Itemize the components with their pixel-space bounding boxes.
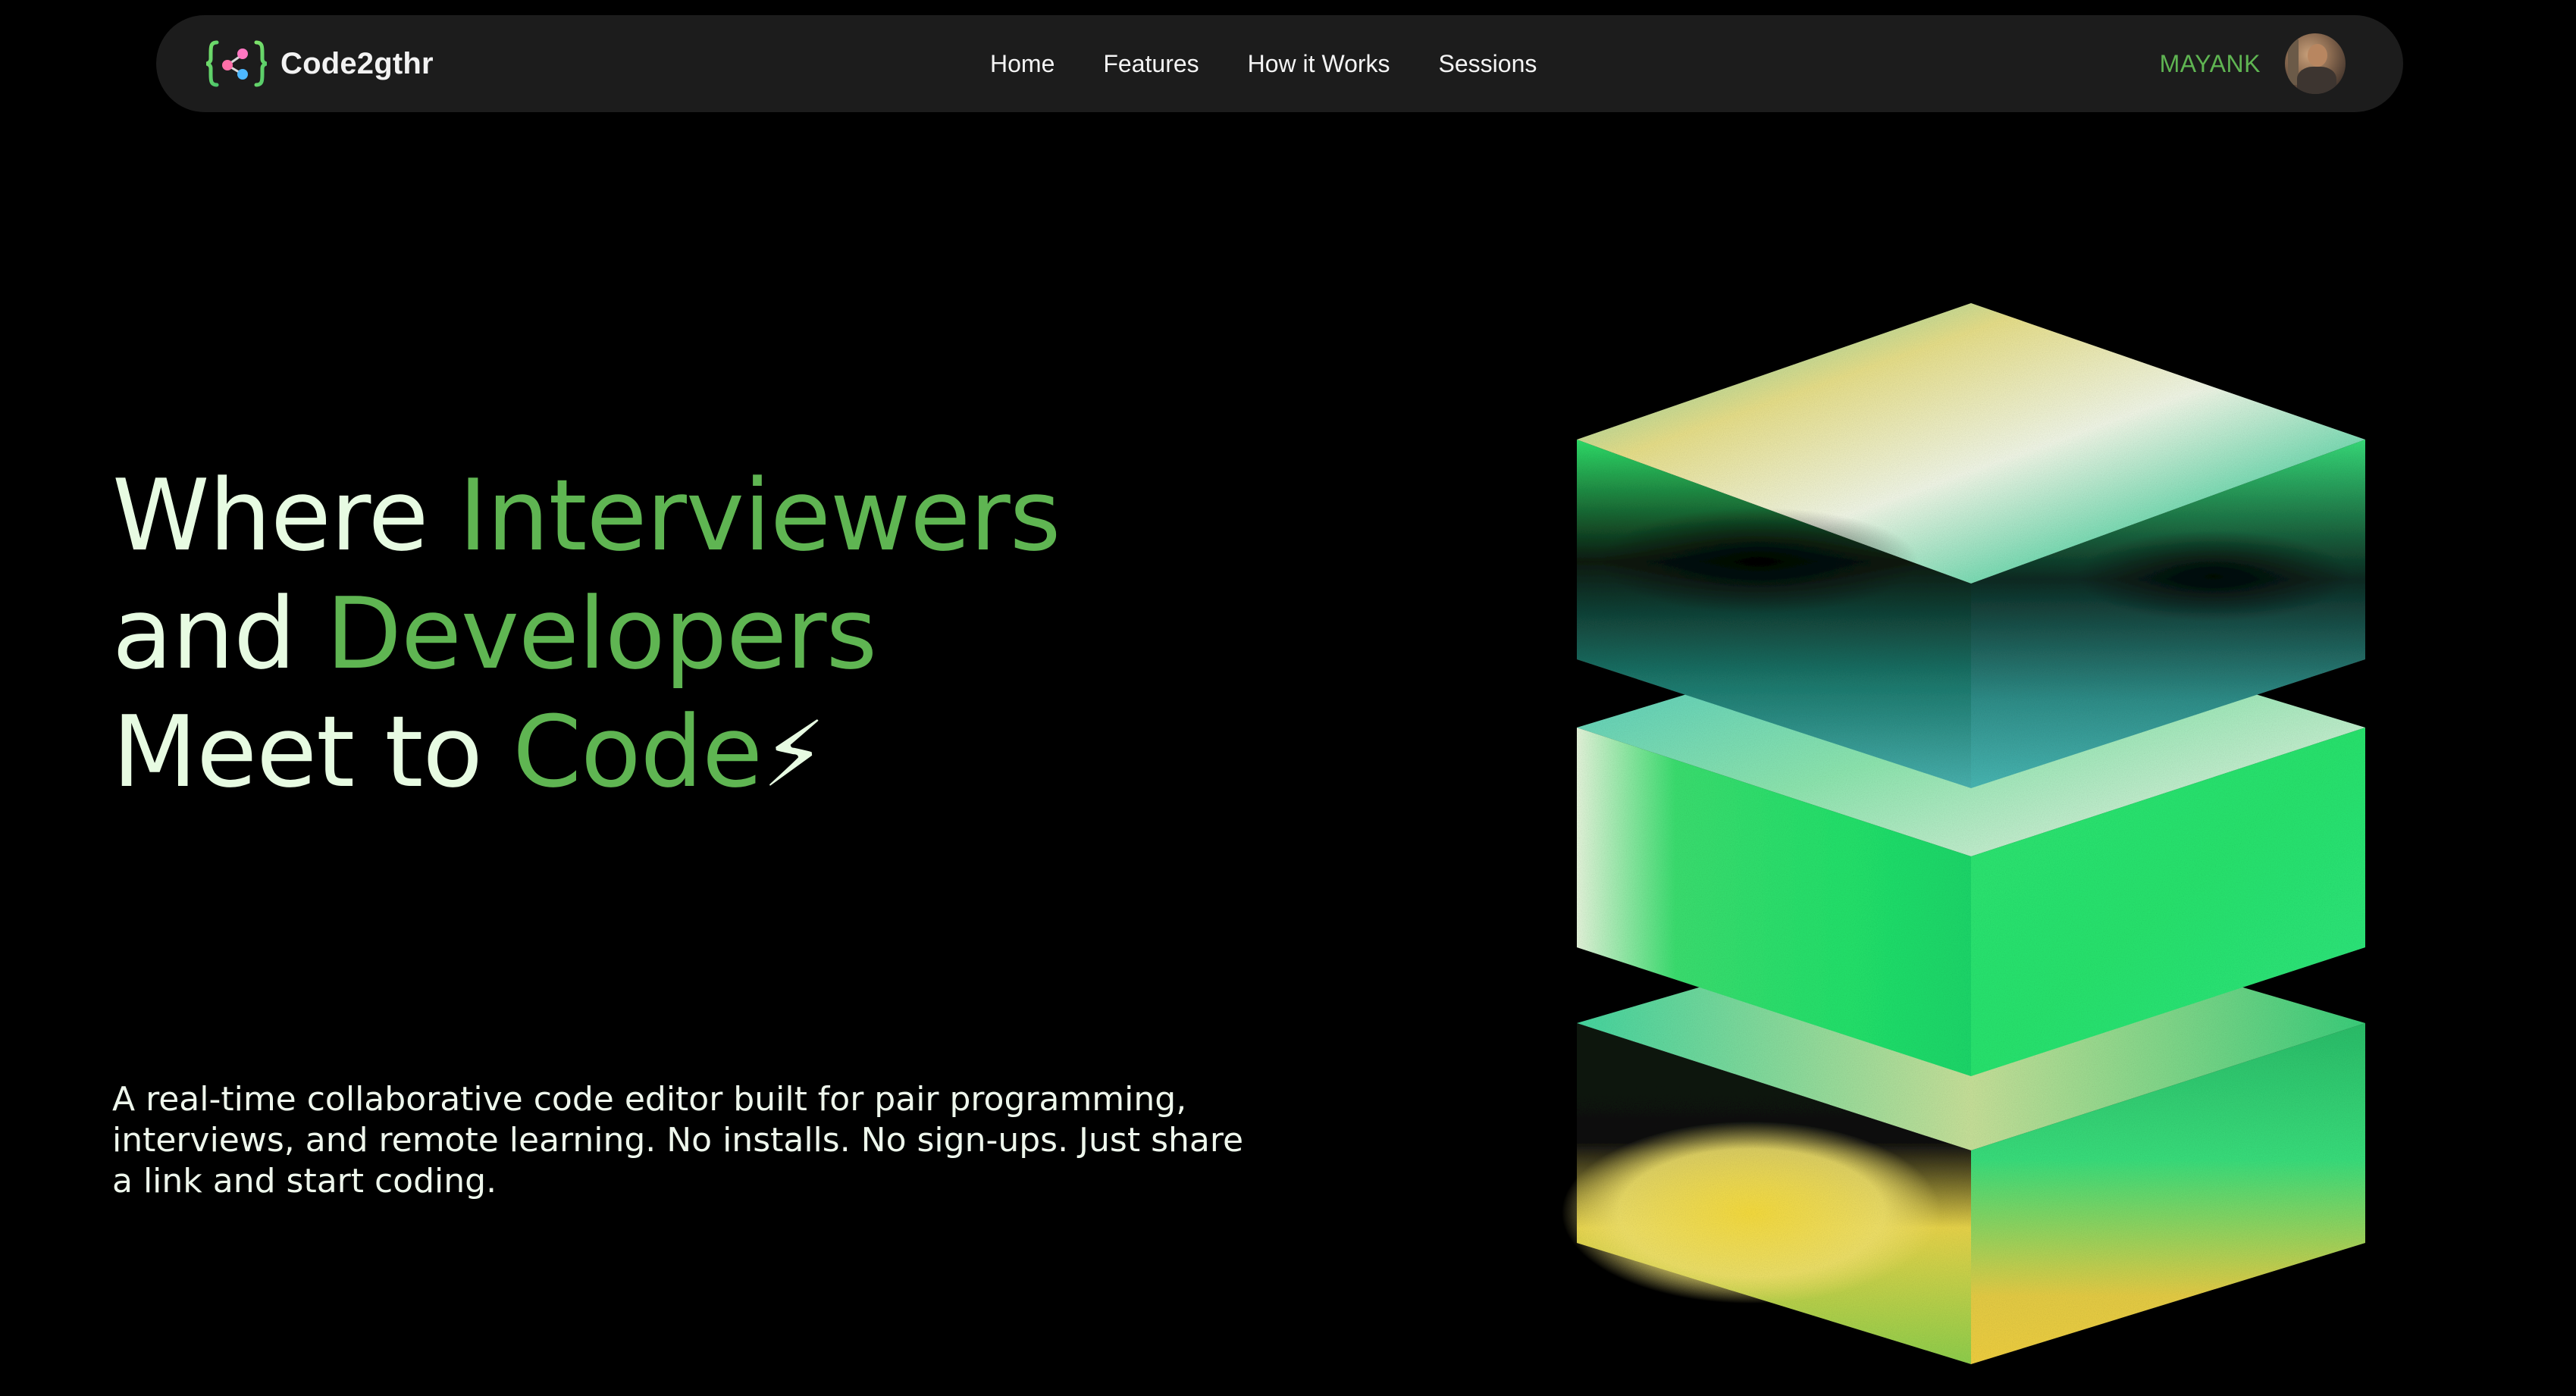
nav-link-sessions[interactable]: Sessions bbox=[1439, 50, 1537, 78]
code-share-logo-icon bbox=[205, 40, 268, 87]
navbar: Code2gthr Home Features How it Works Ses… bbox=[156, 15, 2403, 112]
bottom-block-yellow-glow bbox=[1562, 1122, 1941, 1304]
nav-links: Home Features How it Works Sessions bbox=[990, 15, 1537, 112]
nav-link-features[interactable]: Features bbox=[1103, 50, 1199, 78]
user-name[interactable]: MAYANK bbox=[2160, 50, 2261, 78]
hero-subtitle: A real-time collaborative code editor bu… bbox=[112, 1080, 1244, 1200]
headline-accent-developers: Developers bbox=[325, 576, 877, 691]
page: Code2gthr Home Features How it Works Ses… bbox=[0, 0, 2576, 1396]
hero-headline: Where Interviewers and Developers Meet t… bbox=[112, 456, 1061, 815]
nav-link-home[interactable]: Home bbox=[990, 50, 1055, 78]
headline-line-2: and Developers bbox=[112, 576, 877, 691]
user-avatar[interactable] bbox=[2285, 33, 2346, 94]
top-block-shadow-right bbox=[2077, 531, 2350, 621]
headline-accent-interviewers: Interviewers bbox=[458, 458, 1061, 573]
headline-line-3: Meet to Code⚡ bbox=[112, 694, 826, 809]
avatar-face bbox=[2308, 44, 2327, 67]
brand-name: Code2gthr bbox=[280, 46, 434, 80]
user-menu: MAYANK bbox=[2160, 15, 2346, 112]
avatar-body bbox=[2297, 67, 2336, 94]
lightning-icon: ⚡ bbox=[762, 703, 826, 808]
headline-accent-code: Code bbox=[512, 694, 763, 809]
nav-link-how-it-works[interactable]: How it Works bbox=[1248, 50, 1390, 78]
stacked-blocks-illustration bbox=[1562, 303, 2365, 1364]
brand[interactable]: Code2gthr bbox=[205, 15, 434, 112]
top-block-shadow-left bbox=[1600, 508, 1918, 614]
headline-line-1: Where Interviewers bbox=[112, 458, 1061, 573]
